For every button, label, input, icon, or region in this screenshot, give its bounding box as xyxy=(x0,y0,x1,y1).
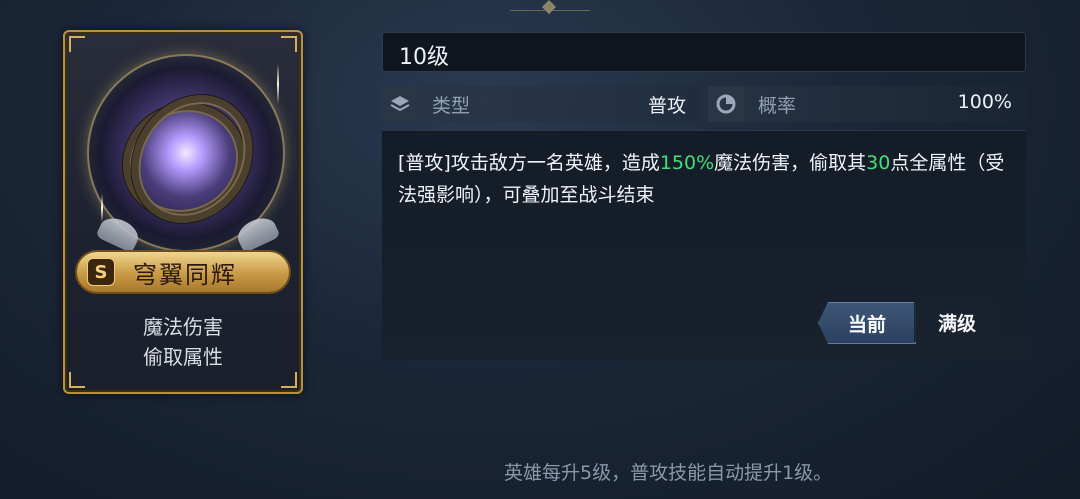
stat-rate-value: 100% xyxy=(957,91,1012,113)
stat-type: 类型 普攻 xyxy=(382,86,700,122)
skill-art xyxy=(77,44,291,258)
footer-note: 英雄每升5级，普攻技能自动提升1级。 xyxy=(504,462,833,484)
layers-icon xyxy=(382,86,418,122)
stat-type-value: 普攻 xyxy=(647,95,686,117)
stat-type-label: 类型 xyxy=(432,95,471,117)
sparkle-icon xyxy=(277,64,279,104)
card-tag-damage: 魔法伤害 xyxy=(143,315,223,339)
rank-badge: S xyxy=(87,258,115,286)
top-ornament xyxy=(510,0,590,11)
current-level-button[interactable]: 当前 xyxy=(818,302,916,344)
card-corner-ornament xyxy=(69,372,85,388)
skill-name-plate: S 穹翼同辉 xyxy=(75,250,291,294)
description-text: 魔法伤害，偷取其 xyxy=(714,152,867,174)
description-text: [普攻]攻击敌方一名英雄，造成 xyxy=(398,152,660,174)
description-highlight-damage: 150% xyxy=(659,152,715,174)
card-corner-ornament xyxy=(281,372,297,388)
stat-rate-label: 概率 xyxy=(758,95,797,117)
sparkle-icon xyxy=(101,194,103,222)
level-header: 10级 xyxy=(382,32,1026,72)
card-tag-steal: 偷取属性 xyxy=(143,345,223,369)
skill-name: 穹翼同辉 xyxy=(133,260,237,289)
skill-description: [普攻]攻击敌方一名英雄，造成150%魔法伤害，偷取其30点全属性（受法强影响）… xyxy=(398,147,1018,211)
level-text: 10级 xyxy=(399,45,449,70)
stat-rate: 概率 100% xyxy=(708,86,1026,122)
max-level-button[interactable]: 满级 xyxy=(914,302,1000,342)
pie-chart-icon xyxy=(708,86,744,122)
description-highlight-stat: 30 xyxy=(866,152,891,174)
skill-card: S 穹翼同辉 魔法伤害 偷取属性 xyxy=(63,30,303,394)
